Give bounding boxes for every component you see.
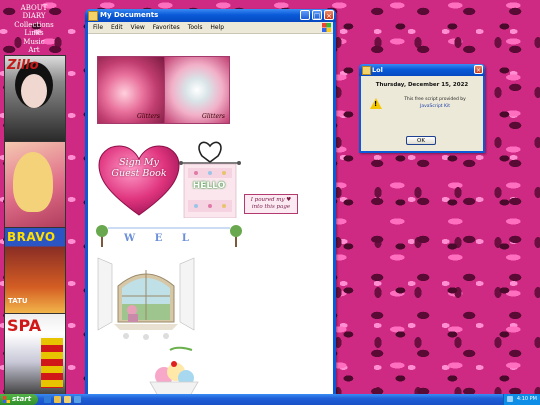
cover-portrait — [13, 152, 53, 212]
nav-link-diary[interactable]: DIARY — [4, 12, 64, 20]
menu-bar: File Edit View Favorites Tools Help — [88, 22, 333, 34]
windows-logo-icon — [322, 23, 331, 32]
menu-tools[interactable]: Tools — [188, 24, 203, 31]
warning-exclamation-icon: ! — [374, 100, 378, 108]
glitter-watermark: Glitters — [137, 113, 160, 120]
dialog-title: Lol — [372, 66, 383, 74]
glitter-watermark: Glitters — [202, 113, 225, 120]
magazine-title: Zillo — [7, 58, 39, 73]
nav-link-art[interactable]: Art — [4, 46, 64, 54]
angel-glitter-image: Glitters — [164, 56, 230, 124]
magazine-subtitle: TATU — [8, 297, 28, 305]
ice-cream-sundae-image — [149, 346, 199, 395]
menu-file[interactable]: File — [93, 24, 103, 31]
nav-link-about[interactable]: ABOUT — [4, 4, 64, 12]
dialog-message: This free script provided by — [404, 97, 466, 102]
cover-portrait — [21, 74, 47, 108]
magazine-cover-spa[interactable]: SPA — [4, 313, 66, 395]
window-scene-image — [97, 257, 195, 340]
menu-edit[interactable]: Edit — [111, 24, 123, 31]
poured-heart-badge: I poured my ♥ into this page — [244, 194, 298, 214]
roses-glitter-image: Glitters — [97, 56, 165, 124]
nav-link-links[interactable]: Links — [4, 29, 64, 37]
folder-quicklaunch-icon[interactable] — [54, 396, 61, 403]
ie-icon — [362, 66, 371, 75]
windows-logo-icon — [3, 396, 10, 403]
magazine-cover-bravo[interactable]: BRAVO TATU — [4, 227, 66, 314]
welcome-text: W E L — [124, 233, 197, 244]
dialog-titlebar[interactable]: Lol × — [359, 64, 485, 76]
menu-favorites[interactable]: Favorites — [153, 24, 180, 31]
ie-quicklaunch-icon[interactable] — [44, 396, 51, 403]
dialog-body: Thursday, December 15, 2022 ! This free … — [361, 76, 483, 151]
system-tray: 4:10 PM — [503, 394, 540, 405]
left-nav: ABOUT DIARY Collections Links Music Art — [4, 4, 64, 54]
start-label: start — [12, 395, 32, 403]
explorer-window: My Documents _ □ × File Edit View Favori… — [85, 9, 336, 395]
magazine-cover-pink[interactable] — [4, 141, 66, 228]
hello-banner-image — [179, 141, 241, 218]
close-button[interactable]: × — [324, 10, 334, 20]
window-title: My Documents — [100, 11, 159, 19]
explorer-task-icon[interactable] — [64, 396, 71, 403]
start-button[interactable]: start — [0, 394, 38, 405]
menu-help[interactable]: Help — [210, 24, 224, 31]
dialog-date: Thursday, December 15, 2022 — [375, 82, 469, 88]
guestbook-heart-icon[interactable] — [98, 145, 180, 217]
ok-button[interactable]: OK — [406, 136, 436, 145]
browser-task-icon[interactable] — [74, 396, 81, 403]
taskbar: start 4:10 PM — [0, 394, 540, 405]
guestbook-link[interactable]: Sign My Guest Book — [108, 157, 170, 179]
magazine-title: BRAVO — [7, 230, 56, 244]
dialog-message-source: JavaScript Kit — [420, 104, 450, 109]
alert-dialog: Lol × Thursday, December 15, 2022 ! This… — [359, 64, 485, 153]
nav-link-music[interactable]: Music — [4, 38, 64, 46]
cover-japanese-text-block — [41, 338, 63, 388]
window-titlebar[interactable]: My Documents _ □ × — [85, 9, 336, 22]
dialog-close-button[interactable]: × — [474, 65, 483, 74]
nav-link-collections[interactable]: Collections — [4, 21, 64, 29]
minimize-button[interactable]: _ — [300, 10, 310, 20]
window-content: Glitters Glitters Sign My Guest Book HEL… — [88, 34, 333, 395]
network-icon[interactable] — [507, 396, 513, 402]
magazine-cover-zillo[interactable]: Zillo — [4, 55, 66, 142]
clock: 4:10 PM — [516, 396, 537, 402]
menu-view[interactable]: View — [131, 24, 145, 31]
folder-icon — [88, 11, 98, 21]
hello-banner-text: HELLO — [192, 181, 226, 191]
magazine-title: SPA — [7, 316, 42, 335]
maximize-button[interactable]: □ — [312, 10, 322, 20]
